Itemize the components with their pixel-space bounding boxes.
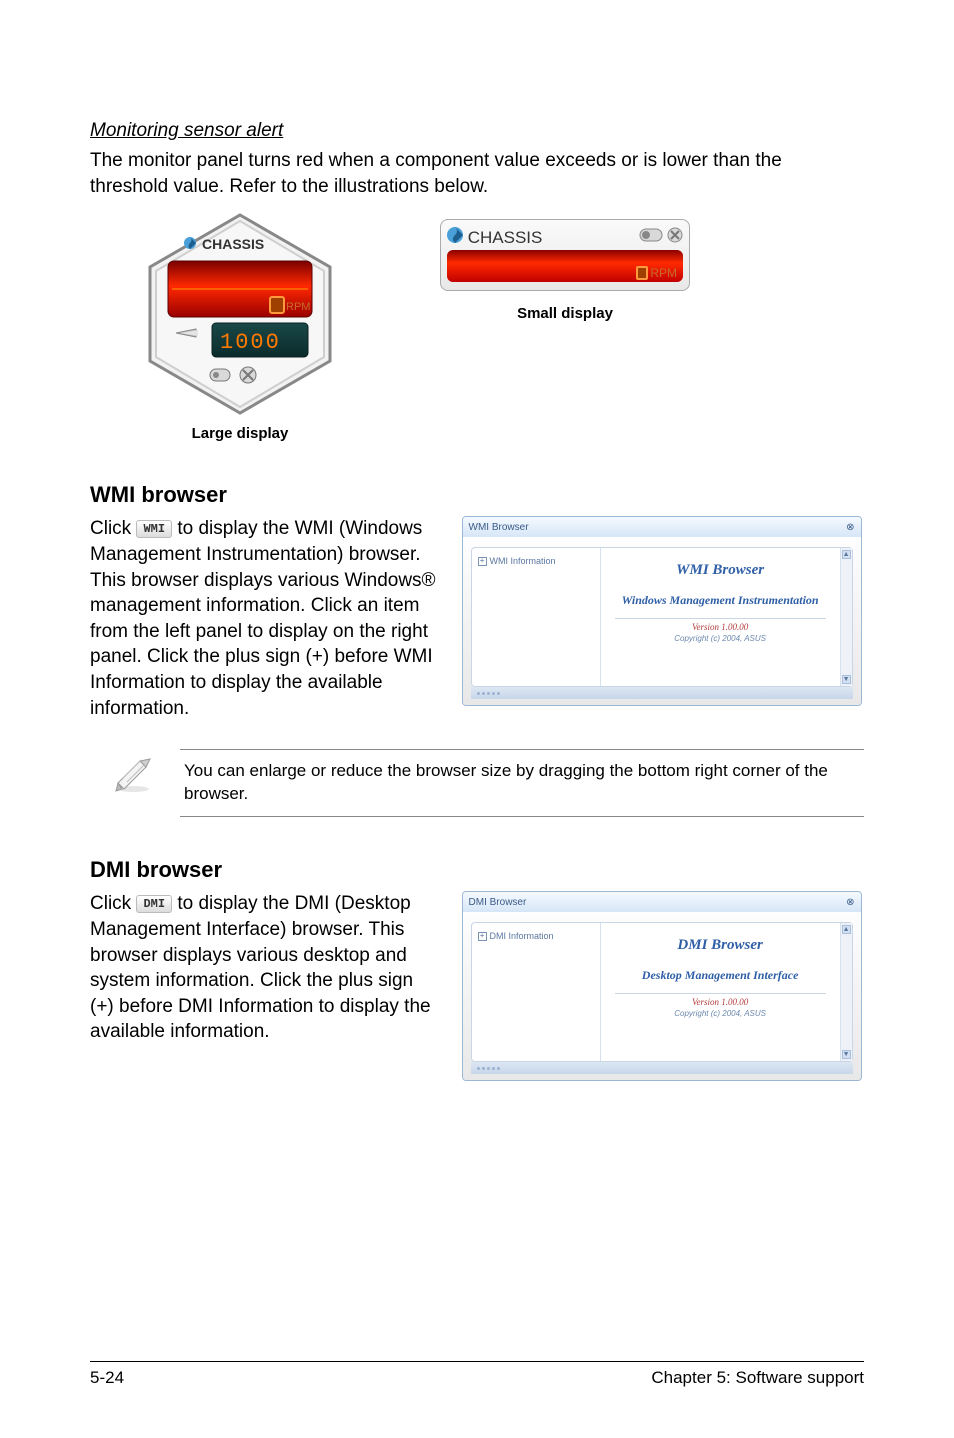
wmi-browser-thumb: WMI Browser ⊗ +WMI Information WMI Brows… <box>462 516 862 706</box>
scrollbar: ▲ ▼ <box>840 548 852 686</box>
small-display-figure: CHASSIS RPM Small display <box>440 219 690 322</box>
scroll-down-icon: ▼ <box>842 1050 851 1059</box>
fan-icon <box>447 227 463 246</box>
wmi-version: Version 1.00.00 <box>692 622 748 632</box>
dmi-copy: Copyright (c) 2004, ASUS <box>674 1009 766 1018</box>
toggle-icon <box>639 228 663 246</box>
dmi-heading: DMI browser <box>90 857 864 883</box>
dmi-tree-node: DMI Information <box>490 931 554 941</box>
page-footer: 5-24 Chapter 5: Software support <box>90 1361 864 1388</box>
dmi-brand: DMI Browser <box>677 937 762 954</box>
small-monitor-label: CHASSIS <box>468 228 543 247</box>
wmi-brand: WMI Browser <box>676 562 764 579</box>
wmi-tree-node: WMI Information <box>490 556 556 566</box>
wmi-copy: Copyright (c) 2004, ASUS <box>674 634 766 643</box>
rpm-label-small: RPM <box>650 266 677 280</box>
thumb-close-icon: ⊗ <box>846 897 854 908</box>
rpm-label-large: RPM <box>286 301 310 313</box>
large-hex-gauge: CHASSIS <box>140 209 340 419</box>
pencil-note-icon <box>110 749 156 800</box>
wmi-text-before: Click <box>90 518 136 539</box>
wmi-thumb-title: WMI Browser <box>469 522 529 533</box>
dmi-sub: Desktop Management Interface <box>642 968 799 982</box>
hex-label-text: CHASSIS <box>202 236 264 252</box>
large-caption: Large display <box>192 425 289 442</box>
scrollbar: ▲ ▼ <box>840 923 852 1061</box>
small-caption: Small display <box>517 305 613 322</box>
wmi-text-after: to display the WMI (Windows Management I… <box>90 518 436 718</box>
dmi-content-pane: DMI Browser Desktop Management Interface… <box>601 923 840 1061</box>
wmi-heading: WMI browser <box>90 482 864 508</box>
wmi-chip-button: WMI <box>136 520 172 538</box>
scroll-up-icon: ▲ <box>842 925 851 934</box>
wmi-content-pane: WMI Browser Windows Management Instrumen… <box>601 548 840 686</box>
dmi-chip-button: DMI <box>136 895 172 913</box>
note-text: You can enlarge or reduce the browser si… <box>180 749 864 817</box>
dmi-tree-pane: +DMI Information <box>472 923 601 1061</box>
section-body: The monitor panel turns red when a compo… <box>90 148 864 199</box>
section-title: Monitoring sensor alert <box>90 120 864 142</box>
dmi-thumb-title: DMI Browser <box>469 897 527 908</box>
footer-left: 5-24 <box>90 1368 124 1388</box>
note-callout: You can enlarge or reduce the browser si… <box>110 749 864 817</box>
footer-right: Chapter 5: Software support <box>651 1368 864 1388</box>
wmi-tree-pane: +WMI Information <box>472 548 601 686</box>
dmi-version: Version 1.00.00 <box>692 997 748 1007</box>
scroll-up-icon: ▲ <box>842 550 851 559</box>
small-monitor: CHASSIS RPM <box>440 219 690 291</box>
wmi-text: Click WMI to display the WMI (Windows Ma… <box>90 516 442 721</box>
wmi-sub: Windows Management Instrumentation <box>622 593 819 607</box>
rpm-box-icon <box>636 266 648 280</box>
large-display-figure: CHASSIS <box>140 209 340 442</box>
resize-grip <box>471 687 853 699</box>
plus-icon: + <box>478 557 487 566</box>
figures-row: CHASSIS <box>90 209 864 442</box>
resize-grip <box>471 1062 853 1074</box>
dmi-text-before: Click <box>90 893 136 914</box>
dmi-text: Click DMI to display the DMI (Desktop Ma… <box>90 891 442 1045</box>
dmi-text-after: to display the DMI (Desktop Management I… <box>90 893 431 1042</box>
lcd-digits: 1000 <box>220 330 281 355</box>
close-icon <box>667 227 683 247</box>
dmi-browser-thumb: DMI Browser ⊗ +DMI Information DMI Brows… <box>462 891 862 1081</box>
plus-icon: + <box>478 932 487 941</box>
thumb-close-icon: ⊗ <box>846 522 854 533</box>
scroll-down-icon: ▼ <box>842 675 851 684</box>
